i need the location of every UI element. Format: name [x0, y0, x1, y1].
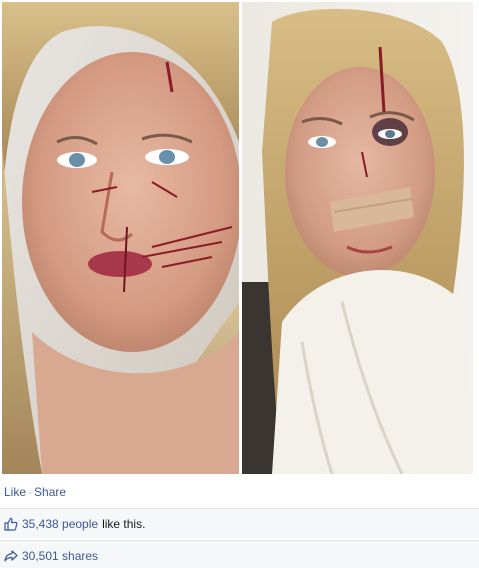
shares-count-link[interactable]: 30,501 shares [22, 549, 98, 563]
shares-summary: 30,501 shares [0, 540, 479, 568]
share-arrow-icon [4, 549, 18, 563]
photo-right-image [242, 2, 473, 474]
photo-strip [0, 0, 479, 476]
photo-left-image [2, 2, 239, 474]
likes-suffix: like this. [102, 516, 146, 531]
post-actions: Like · Share [4, 485, 66, 499]
post-photo-right[interactable] [242, 2, 473, 474]
post-photo-left[interactable] [2, 2, 239, 474]
share-link[interactable]: Share [34, 485, 66, 499]
thumbs-up-icon [4, 517, 18, 531]
action-separator: · [28, 485, 33, 499]
likes-count-link[interactable]: 35,438 people [22, 517, 98, 531]
likes-summary: 35,438 people like this. [0, 508, 479, 538]
like-link[interactable]: Like [4, 485, 26, 499]
